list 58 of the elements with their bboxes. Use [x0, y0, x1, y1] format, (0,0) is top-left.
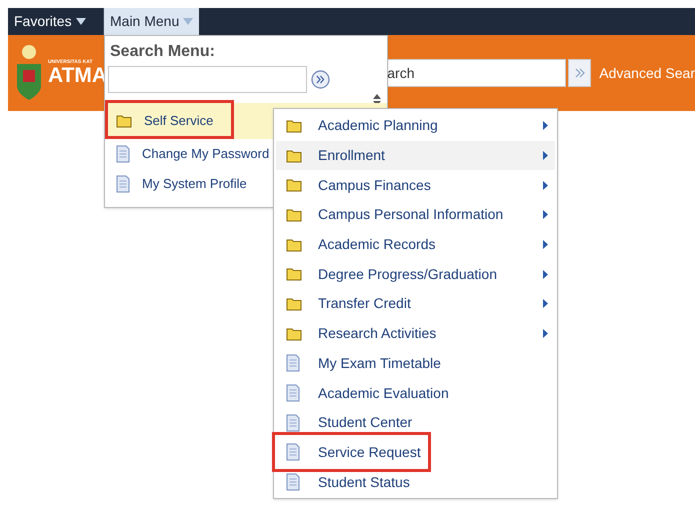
submenu-item-label: Student Status [318, 472, 411, 492]
logo-text: ATMA [48, 65, 108, 86]
submenu-item-label: My Exam Timetable [318, 354, 442, 373]
document-icon [286, 414, 300, 432]
submenu-item[interactable]: My Exam Timetable [276, 348, 555, 378]
folder-icon [286, 296, 302, 311]
submenu-item-label: Academic Records [318, 235, 436, 254]
submenu-item-label: Academic Evaluation [318, 384, 450, 403]
folder-icon [286, 118, 302, 133]
submenu-item[interactable]: Enrollment [276, 140, 555, 170]
submenu-arrow-icon [543, 151, 548, 160]
submenu-item[interactable]: Academic Records [276, 230, 555, 260]
submenu-item[interactable]: Student Status [276, 467, 555, 497]
menu-item-label: Change My Password [142, 145, 270, 164]
document-icon [116, 175, 130, 193]
submenu-item-label: Campus Finances [318, 176, 432, 195]
menu-item-label: Self Service [144, 112, 214, 130]
folder-icon [286, 238, 302, 252]
document-icon [286, 473, 300, 492]
submenu-item-label: Degree Progress/Graduation [318, 264, 498, 284]
submenu-item-label: Service Request [318, 442, 422, 462]
submenu-arrow-icon [543, 121, 548, 130]
double-chevron-icon [574, 68, 585, 78]
submenu-arrow-icon [543, 329, 548, 338]
search-menu-label: Search Menu: [109, 42, 216, 62]
submenu-arrow-icon [543, 180, 548, 190]
document-icon [116, 145, 130, 163]
submenu-item[interactable]: Campus Personal Information [276, 200, 555, 230]
submenu-arrow-icon [543, 210, 548, 220]
submenu-item-label: Campus Personal Information [318, 205, 504, 224]
folder-icon [286, 267, 302, 282]
submenu-item[interactable]: Transfer Credit [276, 289, 555, 319]
submenu-item-label: Research Activities [318, 324, 438, 344]
menu-item-label: My System Profile [142, 175, 247, 194]
search-go-button[interactable] [568, 59, 592, 87]
dropdown-triangle-icon [76, 18, 86, 25]
folder-icon [286, 148, 302, 163]
menu-search-field[interactable] [108, 66, 307, 93]
submenu-item[interactable]: Service Request [276, 438, 555, 468]
submenu-item[interactable]: Degree Progress/Graduation [276, 259, 555, 290]
dropdown-triangle-icon [183, 18, 194, 25]
folder-icon [286, 178, 302, 192]
submenu-item[interactable]: Campus Finances [276, 170, 555, 200]
folder-icon [116, 114, 132, 128]
document-icon [286, 354, 300, 372]
submenu-item-label: Student Center [318, 413, 414, 432]
submenu-item-label: Enrollment [318, 146, 386, 166]
submenu-arrow-icon [543, 299, 548, 308]
submenu-item[interactable]: Student Center [276, 408, 555, 438]
document-icon [286, 443, 300, 462]
submenu-arrow-icon [543, 270, 548, 279]
folder-icon [286, 326, 302, 341]
submenu-item-label: Transfer Credit [318, 294, 412, 314]
document-icon [286, 384, 300, 402]
menu-tab[interactable]: Main Menu [104, 8, 200, 35]
submenu-arrow-icon [543, 240, 548, 250]
submenu-item[interactable]: Research Activities [276, 318, 555, 348]
submenu-item[interactable]: Academic Evaluation [276, 378, 555, 408]
